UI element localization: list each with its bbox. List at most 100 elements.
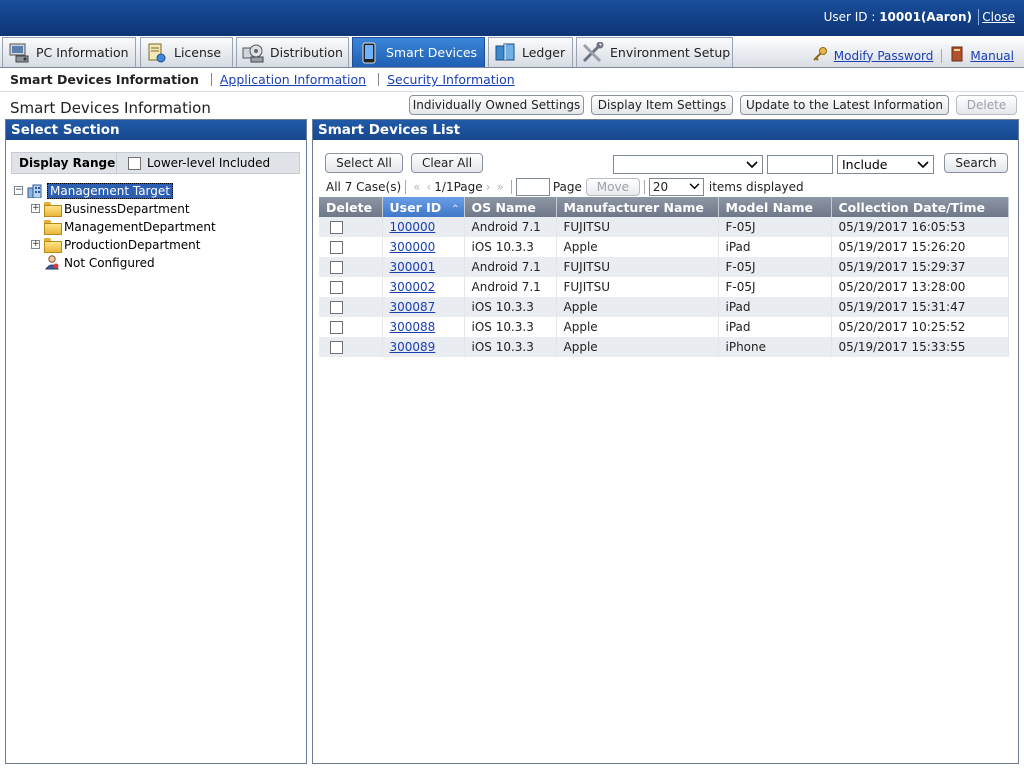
select-all-button[interactable]: Select All <box>325 153 403 173</box>
individually-owned-settings-button[interactable]: Individually Owned Settings <box>409 95 584 115</box>
user-id-link[interactable]: 300002 <box>390 280 436 294</box>
row-delete-cell <box>319 297 383 317</box>
sub-navigation: Smart Devices Information Application In… <box>0 68 1024 92</box>
user-id-link[interactable]: 300087 <box>390 300 436 314</box>
model-name-cell: F-05J <box>718 217 832 237</box>
collection-date-cell: 05/19/2017 15:26:20 <box>831 237 1009 257</box>
top-header: User ID : 10001(Aaron) Close <box>0 0 1024 36</box>
header-divider <box>978 9 979 25</box>
page-info: 1/1Page <box>434 179 483 194</box>
row-delete-cell <box>319 217 383 237</box>
sort-ascending-icon: ⌃ <box>451 203 460 215</box>
user-id-header-label: User ID <box>389 199 442 215</box>
column-header-delete: Delete <box>319 197 383 217</box>
row-delete-checkbox[interactable] <box>330 321 343 334</box>
lower-level-checkbox[interactable] <box>128 156 141 170</box>
display-range-label: Display Range <box>19 156 116 170</box>
modify-password-link[interactable]: Modify Password <box>834 49 934 63</box>
user-id-link[interactable]: 300001 <box>390 260 436 274</box>
os-name-cell: iOS 10.3.3 <box>464 237 557 257</box>
smart-devices-list-title: Smart Devices List <box>313 120 1018 140</box>
first-page-icon[interactable]: « <box>413 180 420 194</box>
table-row: 300002 Android 7.1 FUJITSU F-05J 05/20/2017 … <box>319 277 1009 297</box>
tab-label: Ledger <box>522 45 566 60</box>
clear-all-button[interactable]: Clear All <box>411 153 483 173</box>
expand-icon[interactable]: + <box>31 204 40 213</box>
user-id-link[interactable]: 300089 <box>390 340 436 354</box>
os-name-cell: iOS 10.3.3 <box>464 297 557 317</box>
collection-date-cell: 05/19/2017 15:29:37 <box>831 257 1009 277</box>
user-id-cell: 100000 <box>382 217 465 237</box>
column-header-os-name[interactable]: OS Name <box>464 197 557 217</box>
select-section-title: Select Section <box>6 120 306 140</box>
tree-node-not-configured[interactable]: Not Configured <box>44 254 155 271</box>
pagination-bar: All 7 Case(s) « ‹ 1/1Page › » Page Move … <box>326 177 804 196</box>
manufacturer-cell: Apple <box>556 317 719 337</box>
row-delete-checkbox[interactable] <box>330 341 343 354</box>
filter-mode-select[interactable]: Include <box>837 155 934 174</box>
user-id-cell: 300002 <box>382 277 465 297</box>
prev-page-icon[interactable]: ‹ <box>426 180 431 194</box>
manufacturer-cell: Apple <box>556 297 719 317</box>
os-name-cell: iOS 10.3.3 <box>464 317 557 337</box>
display-range-bar: Display Range Lower-level Included <box>11 152 300 174</box>
manufacturer-cell: FUJITSU <box>556 277 719 297</box>
row-delete-checkbox[interactable] <box>330 221 343 234</box>
manufacturer-cell: Apple <box>556 337 719 357</box>
next-page-icon[interactable]: › <box>486 180 491 194</box>
table-row: 100000 Android 7.1 FUJITSU F-05J 05/19/2017 … <box>319 217 1009 237</box>
last-page-icon[interactable]: » <box>496 180 503 194</box>
column-header-collection-date[interactable]: Collection Date/Time <box>831 197 1009 217</box>
subnav-divider <box>210 73 212 86</box>
column-header-manufacturer[interactable]: Manufacturer Name <box>556 197 719 217</box>
user-id-link[interactable]: 300000 <box>390 240 436 254</box>
filter-text-input[interactable] <box>767 155 833 174</box>
smart-device-icon <box>357 42 381 64</box>
collection-date-cell: 05/19/2017 16:05:53 <box>831 217 1009 237</box>
display-item-settings-button[interactable]: Display Item Settings <box>591 95 733 115</box>
page-number-input[interactable] <box>515 177 550 196</box>
column-header-user-id[interactable]: User ID ⌃ <box>382 197 465 217</box>
collection-date-cell: 05/19/2017 15:33:55 <box>831 337 1009 357</box>
manual-link[interactable]: Manual <box>970 49 1014 63</box>
collection-date-cell: 05/20/2017 13:28:00 <box>831 277 1009 297</box>
link-divider <box>941 48 943 63</box>
os-name-cell: iOS 10.3.3 <box>464 337 557 357</box>
application-information-link[interactable]: Application Information <box>220 72 366 87</box>
expand-icon[interactable]: + <box>31 240 40 249</box>
tree-node-management[interactable]: ManagementDepartment <box>44 218 216 235</box>
column-header-model[interactable]: Model Name <box>718 197 832 217</box>
manual-book-icon <box>950 46 964 65</box>
delete-button[interactable]: Delete <box>956 95 1017 115</box>
tree-node-business[interactable]: + BusinessDepartment <box>31 200 190 217</box>
row-delete-checkbox[interactable] <box>330 301 343 314</box>
filter-field-select[interactable] <box>613 155 763 174</box>
tab-pc-information[interactable]: PC Information <box>2 37 136 67</box>
model-name-cell: F-05J <box>718 257 832 277</box>
search-button[interactable]: Search <box>944 153 1008 173</box>
tree-node-production[interactable]: + ProductionDepartment <box>31 236 200 253</box>
user-id-value: 10001(Aaron) <box>879 10 972 24</box>
collapse-icon[interactable]: − <box>14 186 23 195</box>
tab-environment-setup[interactable]: Environment Setup <box>576 37 733 67</box>
user-id-cell: 300087 <box>382 297 465 317</box>
per-page-select[interactable]: 20 <box>648 177 704 196</box>
tab-distribution[interactable]: Distribution <box>236 37 349 67</box>
user-id-link[interactable]: 300088 <box>390 320 436 334</box>
row-delete-checkbox[interactable] <box>330 281 343 294</box>
tab-ledger[interactable]: Ledger <box>488 37 573 67</box>
row-delete-checkbox[interactable] <box>330 261 343 274</box>
tab-smart-devices[interactable]: Smart Devices <box>352 37 485 67</box>
tab-label: Environment Setup <box>610 45 731 60</box>
move-button[interactable]: Move <box>585 177 640 196</box>
close-link[interactable]: Close <box>982 10 1015 24</box>
security-information-link[interactable]: Security Information <box>387 72 515 87</box>
pager-divider <box>643 179 645 194</box>
tree-node-root[interactable]: − Management Target <box>14 182 173 199</box>
tab-license[interactable]: License <box>140 37 233 67</box>
tree-label: ProductionDepartment <box>64 237 201 252</box>
update-latest-information-button[interactable]: Update to the Latest Information <box>740 95 949 115</box>
user-id-link[interactable]: 100000 <box>390 220 436 234</box>
row-delete-checkbox[interactable] <box>330 241 343 254</box>
user-id-cell: 300000 <box>382 237 465 257</box>
